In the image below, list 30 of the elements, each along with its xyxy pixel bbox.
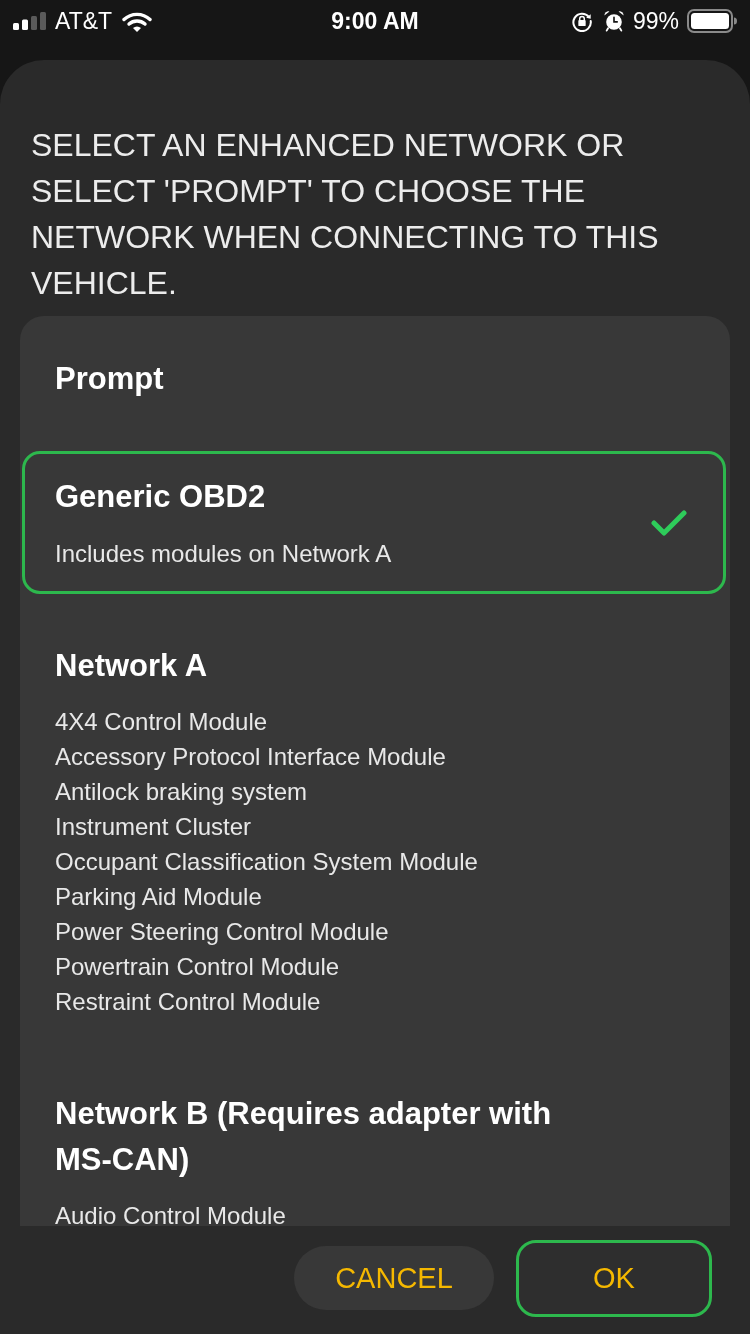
network-option[interactable]: Prompt: [22, 333, 726, 425]
network-option[interactable]: Network B (Requires adapter with MS-CAN) Audio Control Module: [22, 1068, 726, 1226]
clock-time: 9:00 AM: [331, 7, 419, 35]
module-name: Accessory Protocol Interface Module: [55, 742, 447, 772]
module-name: Power Steering Control Module: [55, 917, 390, 947]
module-name: Antilock braking system: [55, 777, 309, 807]
option-title: Network A: [55, 647, 209, 685]
module-name: Instrument Cluster: [55, 812, 253, 842]
option-title: Generic OBD2: [55, 478, 267, 516]
signal-icon: [13, 12, 47, 30]
module-name: Occupant Classification System Module: [55, 847, 478, 877]
wifi-icon: [122, 10, 153, 32]
dialog-heading: SELECT AN ENHANCED NETWORK OR SELECT 'PROMPT' TO CHOOSE THE NETWORK WHEN CONNECTING TO THIS VEHICLE.: [30, 126, 660, 303]
option-title: Prompt: [55, 360, 164, 398]
checkmark-icon: [651, 508, 687, 537]
module-name: Audio Control Module: [55, 1201, 287, 1226]
option-title: Network B (Requires adapter with MS-CAN): [55, 1095, 553, 1179]
battery-percent: 99%: [632, 7, 679, 35]
alarm-clock-icon: [602, 10, 625, 32]
battery-icon: [687, 9, 737, 33]
module-name: Powertrain Control Module: [55, 952, 341, 982]
module-name: 4X4 Control Module: [55, 707, 269, 737]
cancel-button[interactable]: CANCEL: [294, 1246, 494, 1310]
carrier-name: AT&T: [55, 7, 113, 35]
network-option[interactable]: Generic OBD2 Includes modules on Network A: [22, 451, 726, 594]
module-name: Restraint Control Module: [55, 987, 322, 1017]
option-description: Includes modules on Network A: [55, 539, 392, 569]
rotation-lock-icon: [570, 10, 593, 32]
module-name: Parking Aid Module: [55, 882, 263, 912]
ok-button[interactable]: OK: [516, 1239, 712, 1317]
